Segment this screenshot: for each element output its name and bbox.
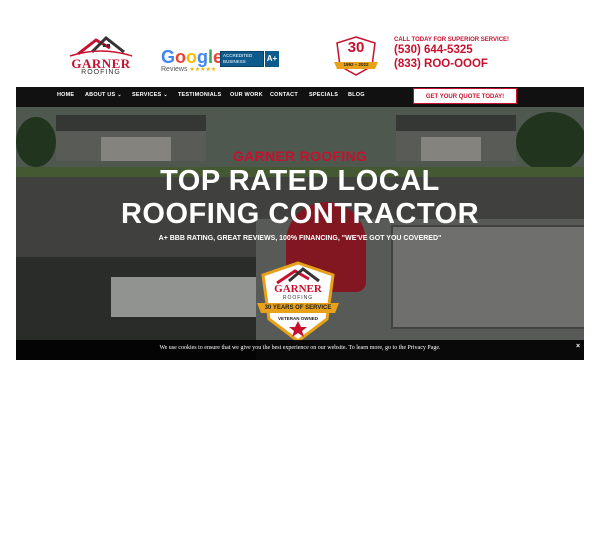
hero-headline-line-2: ROOFING CONTRACTOR	[120, 198, 480, 230]
chevron-down-icon: ⌄	[117, 92, 122, 98]
get-quote-button[interactable]: GET YOUR QUOTE TODAY!	[413, 88, 517, 104]
service-seal-badge: GARNER ROOFING 30 YEARS OF SERVICE VETER…	[257, 261, 339, 343]
seal-brand-sub: ROOFING	[282, 295, 314, 301]
nav-blog[interactable]: BLOG	[348, 92, 365, 98]
phone-number-secondary[interactable]: (833) ROO-OOOF	[394, 57, 509, 71]
nav-home[interactable]: HOME	[57, 92, 74, 98]
google-reviews-badge[interactable]: Google Reviews ★★★★★	[161, 47, 223, 73]
close-icon[interactable]: ×	[576, 343, 580, 350]
anniversary-number: 30	[347, 39, 365, 56]
contact-block: CALL TODAY FOR SUPERIOR SERVICE! (530) 6…	[394, 37, 509, 71]
website-frame: GARNER ROOFING Google Reviews ★★★★★ ACCR…	[16, 21, 584, 360]
hero-banner: GARNER ROOFING TOP RATED LOCAL ROOFING C…	[16, 107, 584, 360]
cookie-notice-bar: We use cookies to ensure that we give yo…	[16, 340, 584, 360]
anniversary-badge: 30 1992 – 2022	[334, 36, 378, 76]
nav-specials[interactable]: SPECIALS	[309, 92, 338, 98]
nav-services[interactable]: SERVICES ⌄	[132, 92, 168, 98]
google-wordmark: Google	[161, 47, 224, 67]
nav-testimonials[interactable]: TESTIMONIALS	[178, 92, 221, 98]
rating-stars-icon: ★★★★★	[189, 67, 217, 73]
bbb-accredited-badge[interactable]: ACCREDITED BUSINESS	[220, 51, 264, 67]
logo-subtitle: ROOFING	[81, 69, 121, 76]
bbb-rating: A+	[265, 51, 279, 67]
seal-footer-text: VETERAN OWNED	[277, 316, 318, 321]
anniversary-years: 1992 – 2022	[343, 62, 369, 67]
bbb-line-2: BUSINESS	[223, 59, 246, 64]
nav-contact[interactable]: CONTACT	[270, 92, 298, 98]
garner-roofing-logo[interactable]: GARNER ROOFING	[66, 34, 136, 78]
shield-icon	[257, 261, 339, 343]
nav-about-us[interactable]: ABOUT US ⌄	[85, 92, 122, 98]
chevron-down-icon: ⌄	[163, 92, 168, 98]
house-roof-icon	[69, 36, 133, 57]
site-header: GARNER ROOFING Google Reviews ★★★★★ ACCR…	[16, 21, 584, 87]
hero-subheadline: A+ BBB RATING, GREAT REVIEWS, 100% FINAN…	[158, 235, 442, 242]
nav-our-work[interactable]: OUR WORK	[230, 92, 263, 98]
hero-headline-line-1: TOP RATED LOCAL	[160, 165, 440, 197]
cookie-notice-text: We use cookies to ensure that we give yo…	[159, 345, 441, 351]
seal-brand: GARNER	[274, 283, 322, 295]
seal-ribbon-text: 30 YEARS OF SERVICE	[264, 305, 332, 311]
google-reviews-label: Reviews ★★★★★	[161, 66, 217, 73]
hero-tagline: GARNER ROOFING	[232, 148, 368, 164]
phone-number-primary[interactable]: (530) 644-5325	[394, 43, 509, 57]
